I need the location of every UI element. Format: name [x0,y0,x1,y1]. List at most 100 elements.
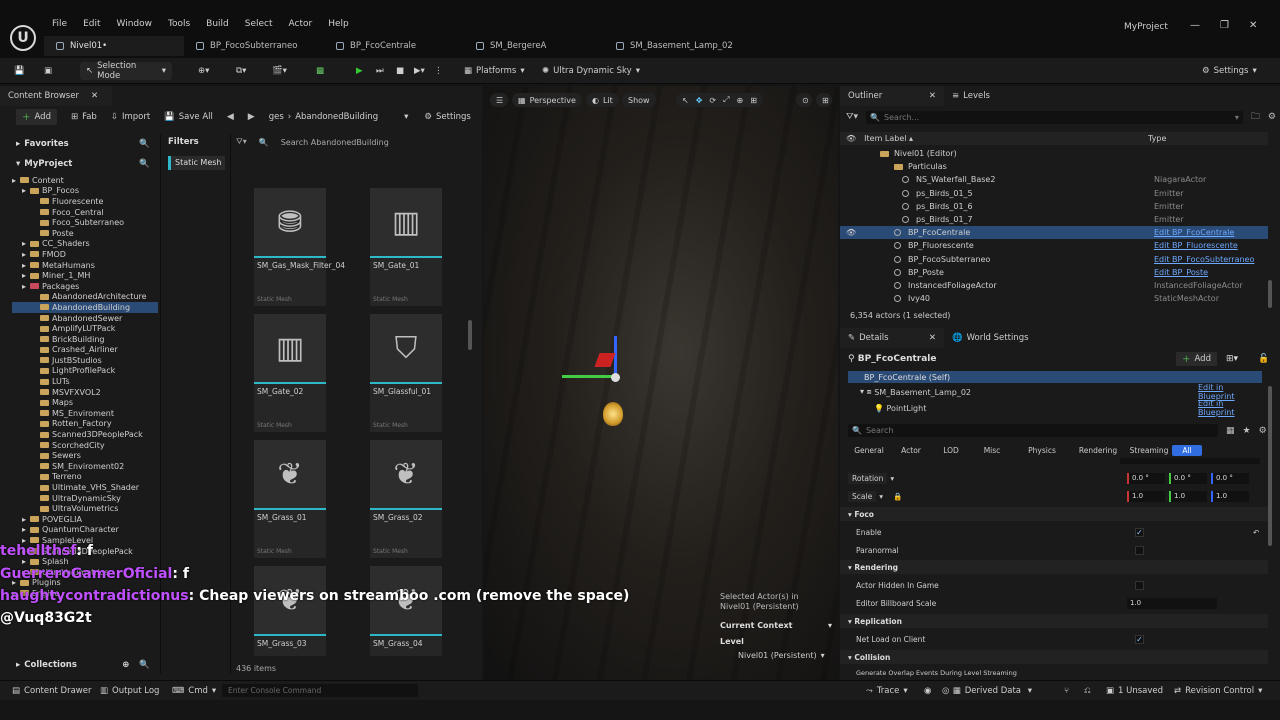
tab-bp-fcocentrale[interactable]: BP_FcoCentrale [324,36,464,56]
cinematics-icon[interactable]: 🎬▾ [272,62,287,80]
chevron-down-icon[interactable]: ▾ [404,112,408,122]
search-icon[interactable]: 🔍 [139,139,150,149]
select-icon[interactable]: ↖ [682,96,689,105]
tab-bp-focosubterraneo[interactable]: BP_FocoSubterraneo [184,36,324,56]
cmd-dropdown[interactable]: ⌨ Cmd ▾ [172,681,216,701]
outliner-row[interactable]: BP_Fluorescente Edit BP_Fluorescente [840,239,1268,252]
paranormal-checkbox[interactable] [1135,545,1144,555]
favorites-section[interactable]: ▸ Favorites 🔍 [0,137,158,151]
gear-icon[interactable]: ⚙ [1259,426,1267,436]
rotation-z-field[interactable]: 0.0 ° [1211,472,1249,484]
filter-icon[interactable]: ⛛▾ [236,137,247,147]
expand-arrow-icon[interactable]: ▸ [22,239,30,248]
enable-checkbox[interactable]: ✓ [1135,527,1144,537]
collections-section[interactable]: ▸ Collections ⊕ 🔍 [0,658,158,672]
folder-tree-item[interactable]: Maps [12,397,158,408]
net-load-checkbox[interactable]: ✓ [1135,634,1144,644]
outliner-row[interactable]: Nivel01 (Editor) [840,147,1268,160]
save-icon[interactable]: 💾 [14,62,25,80]
level-dropdown[interactable]: Nivel01 (Persistent) ▾ [738,651,825,660]
search-icon[interactable]: 🔍 [139,660,150,670]
add-button[interactable]: ＋ Add [16,109,57,125]
close-icon[interactable]: ✕ [1249,20,1257,31]
expand-arrow-icon[interactable]: ▸ [22,271,30,280]
folder-tree-item[interactable]: Scanned3DPeoplePack [12,429,158,440]
detail-filter-tab[interactable]: Actor [890,445,932,456]
asset-tile[interactable]: ⛃ SM_Gas_Mask_Filter_04 Static Mesh [254,188,345,306]
rotate-icon[interactable]: ⟳ [709,96,716,105]
forward-icon[interactable]: ▶ [248,112,255,122]
unreal-logo-icon[interactable]: U [10,25,36,51]
expand-arrow-icon[interactable]: ▸ [22,186,30,195]
rotation-x-field[interactable]: 0.0 ° [1127,472,1165,484]
outliner-row[interactable]: BP_FocoSubterraneo Edit BP_FocoSubterrane… [840,253,1268,266]
outliner-row[interactable]: BP_Poste Edit BP_Poste [840,266,1268,279]
menu-tools[interactable]: Tools [160,19,198,29]
folder-tree-item[interactable]: ▸ MetaHumans [12,260,158,271]
collision-category[interactable]: ▾ Collision [840,650,1268,664]
close-tab-icon[interactable]: ✕ [929,333,936,343]
current-context-header[interactable]: Current Context ▾ [720,621,832,630]
scale-z-field[interactable]: 1.0 [1211,490,1249,502]
content-browser-tab[interactable]: Content Browser ✕ [0,86,112,106]
show-button[interactable]: Show [622,93,656,107]
perspective-button[interactable]: ▦ Perspective [512,93,582,107]
console-input[interactable]: Enter Console Command [222,684,418,697]
import-button[interactable]: ⇩ Import [111,112,150,122]
outliner-row[interactable]: InstancedFoliageActor InstancedFoliageAct… [840,279,1268,292]
static-mesh-filter-chip[interactable]: Static Mesh [168,156,226,170]
close-tab-icon[interactable]: ✕ [91,91,98,101]
myproject-section[interactable]: ▾ MyProject 🔍 [0,157,158,171]
lock-icon[interactable]: 🔓 [1258,354,1269,364]
replication-category[interactable]: ▾ Replication [840,614,1268,628]
history-icon[interactable]: ⎌ [1084,681,1091,701]
add-actor-icon[interactable]: ⊕▾ [198,62,209,80]
folder-tree-item[interactable]: ▸ POVEGLIA [12,514,158,525]
detail-filter-tab[interactable]: Streaming [1126,445,1172,456]
outliner-row[interactable]: 👁 BP_FcoCentrale Edit BP_FcoCentrale [840,226,1268,240]
asset-tile[interactable]: ❦SM_Grass_03Static Mesh [254,566,326,656]
source-control-icon[interactable]: ⑂ [1064,681,1069,701]
tab-sm-basement-lamp[interactable]: SM_Basement_Lamp_02 [604,36,754,56]
menu-help[interactable]: Help [320,19,357,29]
folder-tree-item[interactable]: ▸ CC_Shaders [12,239,158,250]
component-pointlight[interactable]: 💡 PointLight Edit in Blueprint [848,399,1262,417]
revision-control-button[interactable]: ⇄ Revision Control ▾ [1174,681,1262,701]
scale-y-field[interactable]: 1.0 [1169,490,1207,502]
folder-tree-item[interactable]: Terreno [12,472,158,483]
more-icon[interactable]: ⋮ [434,62,443,80]
folder-tree-item[interactable]: AbandonedSewer [12,313,158,324]
folder-tree-item[interactable]: MS_Enviroment [12,408,158,419]
asset-tile[interactable]: ▥ SM_Gate_02 Static Mesh [254,314,326,432]
outliner-search-input[interactable]: 🔍 Search... ▾ [866,110,1243,124]
detail-filter-tab[interactable]: All [1172,444,1202,456]
folder-tree-item[interactable]: ▸ BP_Focos [12,186,158,197]
outliner-item-type[interactable]: Edit BP_FocoSubterraneo [1154,255,1254,264]
outliner-item-type[interactable]: Edit BP_FcoCentrale [1154,228,1234,237]
lamp-mesh[interactable] [603,402,623,426]
world-settings-tab[interactable]: 🌐 World Settings [944,328,1037,348]
menu-actor[interactable]: Actor [281,19,321,29]
save-all-button[interactable]: 💾 Save All [164,112,213,122]
asset-tile[interactable]: ▥ SM_Gate_01 Static Mesh [370,188,442,306]
outliner-row[interactable]: Ivy40 StaticMeshActor [840,292,1268,305]
filter-icon[interactable]: ⛛▾ [846,112,858,122]
step-icon[interactable]: ⏭ [376,62,384,80]
asset-search-input[interactable]: Search AbandonedBuilding [281,138,471,147]
back-icon[interactable]: ◀ [227,112,234,122]
play-icon[interactable]: ▶ [356,62,363,80]
menu-edit[interactable]: Edit [75,19,108,29]
detail-filter-tab[interactable]: Misc [970,445,1014,456]
blueprint-options-icon[interactable]: ⊞▾ [1226,354,1238,364]
folder-tree-item[interactable]: JustBStudios [12,355,158,366]
folder-tree-item[interactable]: ▸ QuantumCharacter [12,525,158,536]
tab-sm-bergerea[interactable]: SM_BergereA [464,36,604,56]
translate-icon[interactable]: ✥ [696,96,703,105]
foco-category[interactable]: ▾ Foco [840,507,1268,521]
folder-tree-item[interactable]: BrickBuilding [12,334,158,345]
gizmo-x-axis[interactable] [562,375,614,378]
asset-tile[interactable]: ❦ SM_Grass_01 Static Mesh [254,440,326,558]
component-lamp[interactable]: ▾ ⧈ SM_Basement_Lamp_02 Edit in Blueprint [848,383,1262,401]
selection-mode-dropdown[interactable]: ↖ Selection Mode ▾ [80,61,172,81]
asset-tile[interactable]: ❦SM_Grass_04Static Mesh [370,566,442,656]
